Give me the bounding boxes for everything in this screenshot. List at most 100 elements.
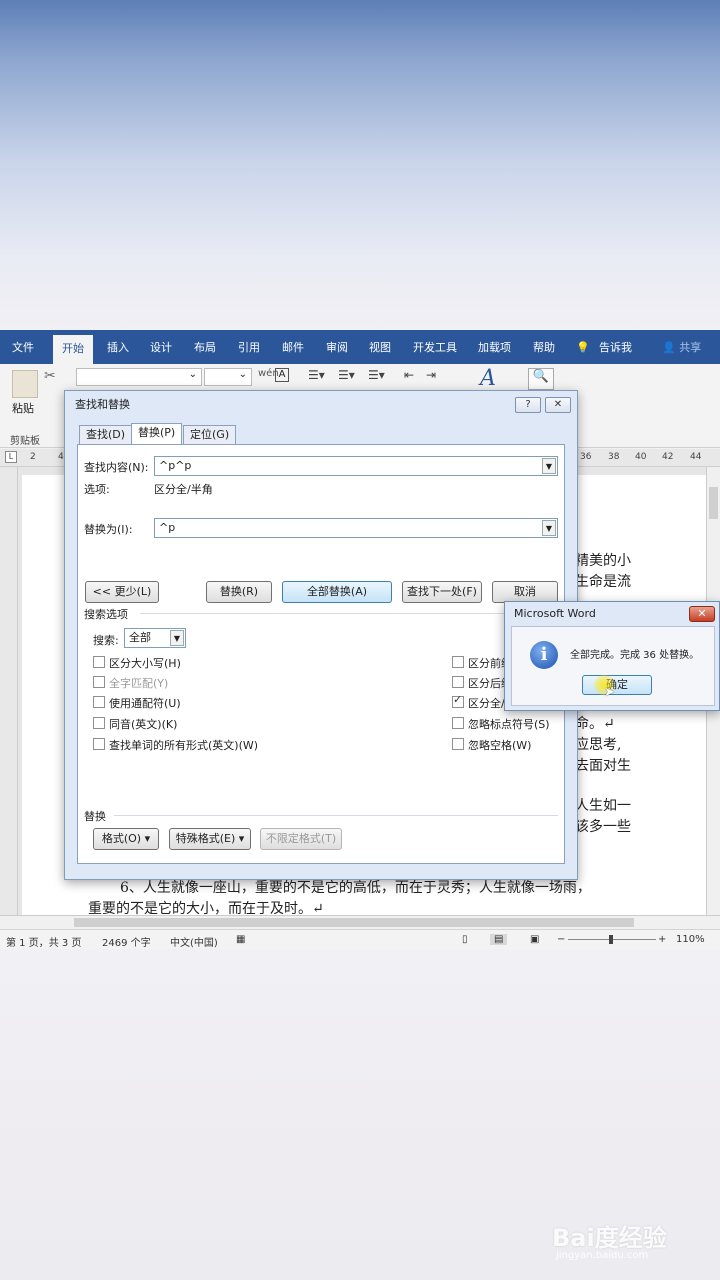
match-suffix-checkbox[interactable]: 区分后缀	[452, 675, 512, 691]
word-count[interactable]: 2469 个字	[102, 934, 151, 949]
font-name-dropdown[interactable]: ⌄	[76, 368, 202, 386]
replace-button[interactable]: 替换(R)	[206, 581, 272, 603]
doc-text-fragment: 人生如一	[575, 798, 631, 814]
less-button[interactable]: << 更少(L)	[85, 581, 159, 603]
tab-file[interactable]: 文件	[12, 330, 34, 364]
help-button[interactable]: ?	[515, 397, 541, 413]
match-case-checkbox[interactable]: 区分大小写(H)	[93, 655, 181, 671]
divider	[114, 815, 558, 816]
sounds-like-checkbox[interactable]: 同音(英文)(K)	[93, 716, 177, 732]
divider	[140, 613, 558, 614]
ruler-number: 4	[58, 452, 64, 462]
tab-review[interactable]: 审阅	[326, 330, 348, 364]
char-border-icon[interactable]: A	[275, 368, 289, 382]
tab-stop-selector[interactable]: L	[5, 451, 17, 463]
close-icon: ✕	[553, 399, 563, 410]
web-layout-icon[interactable]: ▣	[530, 934, 539, 945]
find-next-button[interactable]: 查找下一处(F)	[402, 581, 482, 603]
tab-insert[interactable]: 插入	[107, 330, 129, 364]
dialog-title: 查找和替换	[75, 398, 130, 411]
styles-icon[interactable]: A	[480, 366, 496, 391]
tab-goto[interactable]: 定位(G)	[183, 425, 237, 445]
close-button[interactable]: ✕	[545, 397, 571, 413]
cut-icon[interactable]: ✂	[44, 368, 56, 384]
print-layout-icon[interactable]: ▤	[490, 934, 508, 945]
cursor-icon: ➤	[604, 685, 615, 700]
replace-panel: 查找内容(N): ^p^p ▼ 选项: 区分全/半角 替换为(I): ^p ▼ …	[77, 444, 565, 864]
tab-design[interactable]: 设计	[150, 330, 172, 364]
zoom-in-icon[interactable]: +	[658, 934, 666, 945]
options-value: 区分全/半角	[154, 483, 213, 496]
tab-replace[interactable]: 替换(P)	[131, 423, 183, 445]
replace-input[interactable]: ^p ▼	[154, 518, 558, 538]
all-word-forms-checkbox[interactable]: 查找单词的所有形式(英文)(W)	[93, 737, 258, 753]
ignore-punctuation-checkbox[interactable]: 忽略标点符号(S)	[452, 716, 550, 732]
tab-home[interactable]: 开始	[53, 335, 93, 364]
tab-developer[interactable]: 开发工具	[413, 330, 457, 364]
tab-references[interactable]: 引用	[238, 330, 260, 364]
ignore-space-checkbox[interactable]: 忽略空格(W)	[452, 737, 531, 753]
paste-button[interactable]: 粘贴	[12, 400, 34, 416]
doc-paragraph-line: 6、人生就像一座山，重要的不是它的高低，而在于灵秀；人生就像一场雨，	[120, 880, 591, 896]
ruler-number: 2	[30, 452, 36, 462]
search-direction-label: 搜索:	[93, 634, 119, 647]
chevron-down-icon[interactable]: ▼	[170, 630, 184, 646]
status-bar: 第 1 页，共 3 页 2469 个字 中文(中国) ▦ ▯ ▤ ▣ − + 1…	[0, 929, 720, 949]
tell-me-search[interactable]: 告诉我	[599, 330, 632, 364]
decrease-indent-icon[interactable]: ⇤	[404, 368, 414, 382]
font-size-dropdown[interactable]: ⌄	[204, 368, 252, 386]
read-mode-icon[interactable]: ▯	[462, 934, 468, 945]
tab-addins[interactable]: 加载项	[478, 330, 511, 364]
match-prefix-checkbox[interactable]: 区分前缀	[452, 655, 512, 671]
close-icon[interactable]: ✕	[689, 606, 715, 622]
person-icon: 👤	[662, 341, 676, 354]
bullets-icon[interactable]: ☰▾	[308, 368, 325, 382]
zoom-out-icon[interactable]: −	[557, 934, 565, 945]
replace-all-button[interactable]: 全部替换(A)	[282, 581, 392, 603]
paste-icon[interactable]	[12, 370, 38, 398]
tab-find[interactable]: 查找(D)	[79, 425, 133, 445]
ruler-number: 36	[580, 452, 592, 462]
baidu-watermark-url: jingyan.baidu.com	[556, 1250, 649, 1261]
doc-text-fragment: 该多一些	[575, 819, 631, 835]
language[interactable]: 中文(中国)	[170, 934, 218, 949]
match-width-checkbox[interactable]: 区分全/	[452, 693, 505, 711]
special-format-button[interactable]: 特殊格式(E) ▾	[169, 828, 251, 850]
search-direction-select[interactable]: 全部 ▼	[124, 628, 186, 648]
information-icon: i	[530, 641, 558, 669]
no-formatting-button[interactable]: 不限定格式(T)	[260, 828, 342, 850]
wildcards-checkbox[interactable]: 使用通配符(U)	[93, 695, 181, 711]
ruler-number: 40	[635, 452, 647, 462]
doc-text-fragment: 应思考,	[575, 737, 622, 753]
cancel-button[interactable]: 取消	[492, 581, 558, 603]
scroll-thumb[interactable]	[74, 918, 634, 927]
ruler-number: 38	[608, 452, 620, 462]
find-icon[interactable]: 🔍	[528, 368, 554, 390]
proofing-icon[interactable]: ▦	[236, 934, 245, 945]
whole-word-checkbox[interactable]: 全字匹配(Y)	[93, 675, 168, 691]
scroll-thumb[interactable]	[709, 487, 718, 519]
share-button[interactable]: 👤 共享	[662, 330, 701, 364]
replace-label: 替换为(I):	[84, 523, 133, 536]
tab-mailings[interactable]: 邮件	[282, 330, 304, 364]
ok-button[interactable]: 确定	[582, 675, 652, 695]
doc-text-fragment: 生命是流	[575, 574, 631, 590]
increase-indent-icon[interactable]: ⇥	[426, 368, 436, 382]
tab-view[interactable]: 视图	[369, 330, 391, 364]
zoom-slider-thumb[interactable]	[609, 935, 613, 944]
chevron-down-icon[interactable]: ▼	[542, 458, 556, 474]
zoom-level[interactable]: 110%	[676, 934, 705, 945]
tab-help[interactable]: 帮助	[533, 330, 555, 364]
vertical-ruler	[0, 467, 18, 915]
find-label: 查找内容(N):	[84, 461, 149, 474]
tab-layout[interactable]: 布局	[194, 330, 216, 364]
format-button[interactable]: 格式(O) ▾	[93, 828, 159, 850]
numbering-icon[interactable]: ☰▾	[338, 368, 355, 382]
page-count[interactable]: 第 1 页，共 3 页	[6, 934, 81, 949]
find-input[interactable]: ^p^p ▼	[154, 456, 558, 476]
baidu-watermark: Bai度经验	[552, 1224, 667, 1252]
lightbulb-icon[interactable]: 💡	[576, 330, 590, 364]
multilevel-list-icon[interactable]: ☰▾	[368, 368, 385, 382]
chevron-down-icon[interactable]: ▼	[542, 520, 556, 536]
horizontal-scrollbar[interactable]	[0, 915, 720, 929]
